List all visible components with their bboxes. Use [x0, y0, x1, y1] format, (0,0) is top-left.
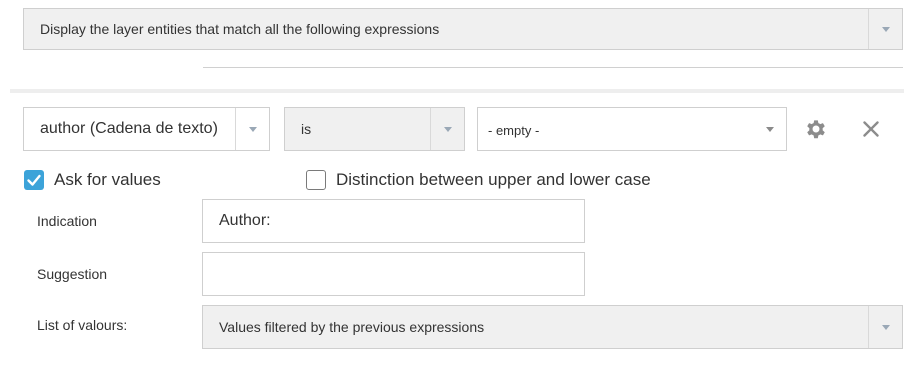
suggestion-input[interactable] [202, 252, 585, 296]
divider-line [203, 67, 903, 68]
ask-for-values-option[interactable]: Ask for values [24, 169, 161, 191]
indication-input[interactable] [202, 199, 585, 243]
indication-label: Indication [37, 213, 97, 229]
list-of-values-select[interactable]: Values filtered by the previous expressi… [202, 305, 903, 349]
list-of-values-label: List of valours: [37, 317, 128, 333]
operator-dropdown-button[interactable] [430, 108, 464, 150]
list-of-values-value: Values filtered by the previous expressi… [219, 319, 485, 335]
case-sensitive-option[interactable]: Distinction between upper and lower case [306, 169, 651, 191]
chevron-down-icon [248, 127, 257, 132]
field-select-value: author (Cadena de texto) [40, 120, 218, 137]
ask-for-values-label: Ask for values [54, 170, 161, 189]
chevron-down-icon [766, 127, 774, 132]
case-sensitive-label: Distinction between upper and lower case [336, 170, 651, 189]
chevron-down-icon [443, 127, 452, 132]
match-mode-select[interactable]: Display the layer entities that match al… [23, 8, 903, 50]
match-mode-value: Display the layer entities that match al… [40, 21, 440, 37]
operator-select[interactable]: is [284, 107, 465, 151]
checkmark-icon [27, 174, 41, 186]
value-select-placeholder: - empty - [488, 123, 540, 138]
case-sensitive-checkbox[interactable] [306, 170, 326, 190]
chevron-down-icon [881, 27, 890, 32]
gear-icon[interactable] [803, 116, 829, 142]
match-mode-dropdown-button[interactable] [868, 9, 902, 49]
field-select[interactable]: author (Cadena de texto) [23, 107, 270, 151]
suggestion-label: Suggestion [37, 266, 108, 282]
section-separator [10, 89, 904, 93]
chevron-down-icon [881, 325, 890, 330]
operator-select-value: is [301, 121, 312, 137]
value-select[interactable]: - empty - [477, 107, 787, 151]
field-dropdown-button[interactable] [235, 108, 269, 150]
list-of-values-dropdown-button[interactable] [868, 306, 902, 348]
close-icon[interactable] [858, 116, 884, 142]
ask-for-values-checkbox[interactable] [24, 170, 44, 190]
